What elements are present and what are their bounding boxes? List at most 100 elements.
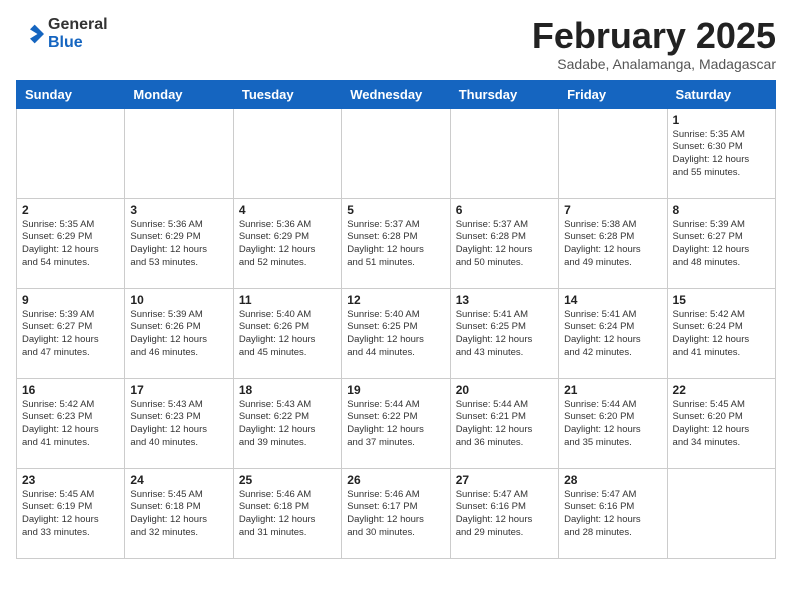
calendar-cell: 21Sunrise: 5:44 AMSunset: 6:20 PMDayligh… xyxy=(559,378,667,468)
logo-blue: Blue xyxy=(48,34,108,52)
day-number: 13 xyxy=(456,293,553,307)
day-info: Sunrise: 5:40 AMSunset: 6:26 PMDaylight:… xyxy=(239,309,336,360)
day-info: Sunrise: 5:36 AMSunset: 6:29 PMDaylight:… xyxy=(130,219,227,270)
calendar-cell: 16Sunrise: 5:42 AMSunset: 6:23 PMDayligh… xyxy=(17,378,125,468)
day-info: Sunrise: 5:45 AMSunset: 6:20 PMDaylight:… xyxy=(673,399,770,450)
day-info: Sunrise: 5:39 AMSunset: 6:27 PMDaylight:… xyxy=(673,219,770,270)
calendar-cell: 26Sunrise: 5:46 AMSunset: 6:17 PMDayligh… xyxy=(342,468,450,558)
day-info: Sunrise: 5:43 AMSunset: 6:22 PMDaylight:… xyxy=(239,399,336,450)
day-info: Sunrise: 5:41 AMSunset: 6:24 PMDaylight:… xyxy=(564,309,661,360)
day-number: 10 xyxy=(130,293,227,307)
day-info: Sunrise: 5:39 AMSunset: 6:27 PMDaylight:… xyxy=(22,309,119,360)
logo-icon xyxy=(16,20,44,48)
day-info: Sunrise: 5:47 AMSunset: 6:16 PMDaylight:… xyxy=(564,489,661,540)
calendar-week-row: 1 Sunrise: 5:35 AMSunset: 6:30 PMDaylight… xyxy=(17,108,776,198)
day-number: 4 xyxy=(239,203,336,217)
calendar-week-row: 23 Sunrise: 5:45 AMSunset: 6:19 PMDayligh… xyxy=(17,468,776,558)
day-number: 11 xyxy=(239,293,336,307)
calendar-cell: 28 Sunrise: 5:47 AMSunset: 6:16 PMDayligh… xyxy=(559,468,667,558)
calendar-cell: 14Sunrise: 5:41 AMSunset: 6:24 PMDayligh… xyxy=(559,288,667,378)
calendar-cell: 23 Sunrise: 5:45 AMSunset: 6:19 PMDayligh… xyxy=(17,468,125,558)
calendar-cell: 7 Sunrise: 5:38 AMSunset: 6:28 PMDaylight… xyxy=(559,198,667,288)
page-header: General Blue February 2025 Sadabe, Anala… xyxy=(16,16,776,72)
calendar-cell: 2 Sunrise: 5:35 AMSunset: 6:29 PMDaylight… xyxy=(17,198,125,288)
day-info: Sunrise: 5:46 AMSunset: 6:17 PMDaylight:… xyxy=(347,489,444,540)
calendar-cell: 22 Sunrise: 5:45 AMSunset: 6:20 PMDayligh… xyxy=(667,378,775,468)
day-info: Sunrise: 5:44 AMSunset: 6:20 PMDaylight:… xyxy=(564,399,661,450)
calendar-cell xyxy=(559,108,667,198)
calendar-cell xyxy=(233,108,341,198)
calendar-cell: 11 Sunrise: 5:40 AMSunset: 6:26 PMDayligh… xyxy=(233,288,341,378)
weekday-header: Tuesday xyxy=(233,80,341,108)
day-info: Sunrise: 5:44 AMSunset: 6:22 PMDaylight:… xyxy=(347,399,444,450)
day-number: 19 xyxy=(347,383,444,397)
day-number: 24 xyxy=(130,473,227,487)
calendar-cell: 10 Sunrise: 5:39 AMSunset: 6:26 PMDayligh… xyxy=(125,288,233,378)
day-info: Sunrise: 5:37 AMSunset: 6:28 PMDaylight:… xyxy=(456,219,553,270)
weekday-header: Wednesday xyxy=(342,80,450,108)
calendar-body: 1 Sunrise: 5:35 AMSunset: 6:30 PMDaylight… xyxy=(17,108,776,558)
calendar-cell: 17Sunrise: 5:43 AMSunset: 6:23 PMDayligh… xyxy=(125,378,233,468)
calendar-cell: 24 Sunrise: 5:45 AMSunset: 6:18 PMDayligh… xyxy=(125,468,233,558)
day-number: 8 xyxy=(673,203,770,217)
calendar-week-row: 16Sunrise: 5:42 AMSunset: 6:23 PMDayligh… xyxy=(17,378,776,468)
calendar-cell: 9 Sunrise: 5:39 AMSunset: 6:27 PMDaylight… xyxy=(17,288,125,378)
month-title: February 2025 xyxy=(532,16,776,56)
location-title: Sadabe, Analamanga, Madagascar xyxy=(532,56,776,72)
calendar-cell: 27 Sunrise: 5:47 AMSunset: 6:16 PMDayligh… xyxy=(450,468,558,558)
day-info: Sunrise: 5:38 AMSunset: 6:28 PMDaylight:… xyxy=(564,219,661,270)
day-info: Sunrise: 5:45 AMSunset: 6:19 PMDaylight:… xyxy=(22,489,119,540)
day-info: Sunrise: 5:46 AMSunset: 6:18 PMDaylight:… xyxy=(239,489,336,540)
day-number: 1 xyxy=(673,113,770,127)
weekday-header: Monday xyxy=(125,80,233,108)
calendar-cell: 13 Sunrise: 5:41 AMSunset: 6:25 PMDayligh… xyxy=(450,288,558,378)
day-info: Sunrise: 5:41 AMSunset: 6:25 PMDaylight:… xyxy=(456,309,553,360)
day-info: Sunrise: 5:43 AMSunset: 6:23 PMDaylight:… xyxy=(130,399,227,450)
day-number: 16 xyxy=(22,383,119,397)
day-number: 2 xyxy=(22,203,119,217)
calendar-cell xyxy=(342,108,450,198)
day-number: 15 xyxy=(673,293,770,307)
day-number: 9 xyxy=(22,293,119,307)
day-info: Sunrise: 5:36 AMSunset: 6:29 PMDaylight:… xyxy=(239,219,336,270)
logo: General Blue xyxy=(16,16,108,51)
calendar-cell xyxy=(125,108,233,198)
day-number: 6 xyxy=(456,203,553,217)
calendar-cell xyxy=(17,108,125,198)
calendar-cell: 3Sunrise: 5:36 AMSunset: 6:29 PMDaylight… xyxy=(125,198,233,288)
day-info: Sunrise: 5:45 AMSunset: 6:18 PMDaylight:… xyxy=(130,489,227,540)
calendar-header-row: SundayMondayTuesdayWednesdayThursdayFrid… xyxy=(17,80,776,108)
calendar-cell xyxy=(450,108,558,198)
day-number: 28 xyxy=(564,473,661,487)
calendar-week-row: 2 Sunrise: 5:35 AMSunset: 6:29 PMDaylight… xyxy=(17,198,776,288)
weekday-header: Saturday xyxy=(667,80,775,108)
calendar-cell: 4 Sunrise: 5:36 AMSunset: 6:29 PMDaylight… xyxy=(233,198,341,288)
calendar-cell xyxy=(667,468,775,558)
logo-general: General xyxy=(48,16,108,34)
day-info: Sunrise: 5:35 AMSunset: 6:30 PMDaylight:… xyxy=(673,129,770,180)
day-number: 27 xyxy=(456,473,553,487)
weekday-header: Sunday xyxy=(17,80,125,108)
calendar-table: SundayMondayTuesdayWednesdayThursdayFrid… xyxy=(16,80,776,559)
calendar-cell: 20 Sunrise: 5:44 AMSunset: 6:21 PMDayligh… xyxy=(450,378,558,468)
logo-text: General Blue xyxy=(48,16,108,51)
calendar-cell: 8 Sunrise: 5:39 AMSunset: 6:27 PMDaylight… xyxy=(667,198,775,288)
calendar-cell: 18 Sunrise: 5:43 AMSunset: 6:22 PMDayligh… xyxy=(233,378,341,468)
day-info: Sunrise: 5:44 AMSunset: 6:21 PMDaylight:… xyxy=(456,399,553,450)
day-number: 7 xyxy=(564,203,661,217)
day-number: 20 xyxy=(456,383,553,397)
day-number: 18 xyxy=(239,383,336,397)
day-number: 25 xyxy=(239,473,336,487)
weekday-header: Thursday xyxy=(450,80,558,108)
day-info: Sunrise: 5:47 AMSunset: 6:16 PMDaylight:… xyxy=(456,489,553,540)
day-number: 22 xyxy=(673,383,770,397)
day-info: Sunrise: 5:40 AMSunset: 6:25 PMDaylight:… xyxy=(347,309,444,360)
day-info: Sunrise: 5:39 AMSunset: 6:26 PMDaylight:… xyxy=(130,309,227,360)
calendar-cell: 5Sunrise: 5:37 AMSunset: 6:28 PMDaylight… xyxy=(342,198,450,288)
day-number: 23 xyxy=(22,473,119,487)
calendar-cell: 6 Sunrise: 5:37 AMSunset: 6:28 PMDaylight… xyxy=(450,198,558,288)
title-section: February 2025 Sadabe, Analamanga, Madaga… xyxy=(532,16,776,72)
day-info: Sunrise: 5:35 AMSunset: 6:29 PMDaylight:… xyxy=(22,219,119,270)
calendar-cell: 1 Sunrise: 5:35 AMSunset: 6:30 PMDaylight… xyxy=(667,108,775,198)
calendar-week-row: 9 Sunrise: 5:39 AMSunset: 6:27 PMDaylight… xyxy=(17,288,776,378)
